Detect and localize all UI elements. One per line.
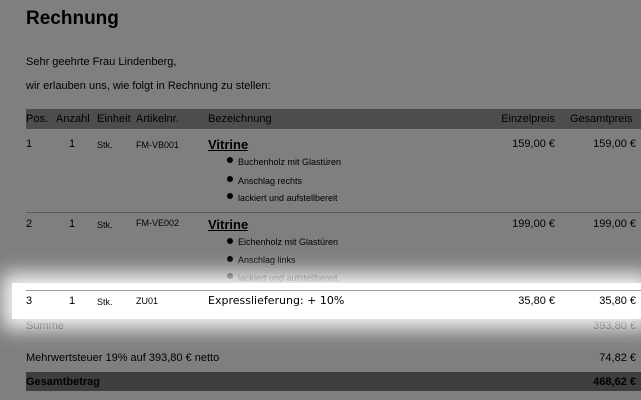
mwst-label: Mehrwertsteuer 19% auf 393,80 € netto — [26, 352, 220, 364]
row-2-title: Vitrine — [208, 217, 249, 232]
header-pos: Pos. — [26, 113, 49, 125]
row-1-einheit: Stk. — [97, 140, 113, 150]
total-value: 468,62 € — [593, 376, 636, 388]
summe-value: 393,80 € — [593, 320, 636, 332]
row-1-anzahl: 1 — [69, 138, 76, 150]
row-2-gesamtpreis: 199,00 € — [593, 218, 636, 230]
row-2-feature-3: lackiert und aufstellbereit — [238, 273, 338, 283]
row-1-feature-1: Buchenholz mit Glastüren — [238, 157, 342, 167]
row-2-pos: 2 — [26, 218, 33, 230]
row-1-gesamtpreis: 159,00 € — [593, 138, 636, 150]
bullet-icon — [227, 256, 233, 262]
bullet-icon — [227, 157, 233, 163]
mwst-value: 74,82 € — [599, 352, 636, 364]
total-label: Gesamtbetrag — [26, 376, 100, 388]
header-anzahl: Anzahl — [56, 113, 90, 125]
summary-divider — [26, 317, 641, 318]
intro-text: wir erlauben uns, wie folgt in Rechnung … — [26, 80, 271, 92]
greeting: Sehr geehrte Frau Lindenberg, — [26, 56, 177, 68]
summe-label: Summe — [26, 320, 64, 332]
row-2-artikel: FM-VE002 — [136, 218, 180, 228]
row-1-feature-2: Anschlag rechts — [238, 176, 303, 186]
row-1-artikel: FM-VB001 — [136, 140, 180, 150]
invoice-title: Rechnung — [26, 8, 119, 29]
row-2-feature-2: Anschlag links — [238, 255, 296, 265]
row-1-pos: 1 — [26, 138, 33, 150]
header-einzelpreis: Einzelpreis — [501, 113, 555, 125]
header-einheit: Einheit — [97, 113, 131, 125]
invoice-page: Rechnung Sehr geehrte Frau Lindenberg, w… — [0, 0, 641, 400]
header-bezeichnung: Bezeichnung — [208, 113, 272, 125]
bullet-icon — [227, 176, 233, 182]
header-gesamtpreis: Gesamtpreis — [570, 113, 633, 125]
row-1-title: Vitrine — [208, 137, 249, 152]
row-1-feature-3: lackiert und aufstellbereit — [238, 193, 338, 203]
header-artikel: Artikelnr. — [136, 113, 179, 125]
bullet-icon — [227, 273, 233, 279]
row-2-feature-1: Eichenholz mit Glastüren — [238, 237, 339, 247]
bullet-icon — [227, 193, 233, 199]
row-2-einheit: Stk. — [97, 220, 113, 230]
bullet-icon — [227, 238, 233, 244]
row-divider — [26, 212, 641, 213]
row-2-anzahl: 1 — [69, 218, 76, 230]
